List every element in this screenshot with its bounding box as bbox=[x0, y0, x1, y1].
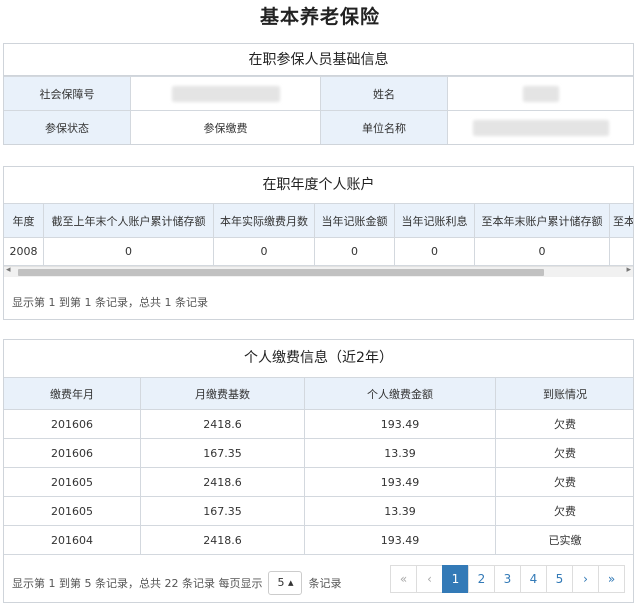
table-cell: 0 bbox=[213, 237, 315, 266]
col-header: 缴费年月 bbox=[4, 377, 141, 410]
table-cell: 201604 bbox=[4, 525, 141, 555]
table-cell: 已实缴 bbox=[495, 525, 633, 555]
first-page-button[interactable]: « bbox=[390, 565, 417, 593]
table-row: 201605 2418.6 193.49 欠费 bbox=[4, 467, 633, 497]
table-cell: 0 bbox=[314, 237, 395, 266]
employer-value bbox=[447, 110, 633, 144]
col-header: 当年记账金额 bbox=[314, 203, 395, 238]
annual-account-title: 在职年度个人账户 bbox=[262, 177, 375, 193]
payment-record-info: 显示第 1 到第 5 条记录，总共 22 条记录 每页显示 5 ▴ 条记录 bbox=[12, 571, 341, 595]
table-cell bbox=[609, 237, 633, 266]
payment-info-panel: 个人缴费信息（近2年） 缴费年月 月缴费基数 个人缴费金额 到账情况 20160… bbox=[3, 339, 634, 603]
page-button-1[interactable]: 1 bbox=[442, 565, 469, 593]
col-header: 当年记账利息 bbox=[394, 203, 475, 238]
payment-info-title: 个人缴费信息（近2年） bbox=[244, 350, 393, 366]
table-cell: 193.49 bbox=[304, 525, 496, 555]
table-cell: 201606 bbox=[4, 438, 141, 468]
ssn-label: 社会保障号 bbox=[4, 76, 131, 111]
basic-info-title: 在职参保人员基础信息 bbox=[4, 44, 633, 76]
table-header-row: 缴费年月 月缴费基数 个人缴费金额 到账情况 bbox=[4, 377, 633, 410]
scroll-right-icon[interactable]: ▸ bbox=[626, 265, 631, 275]
basic-info-table: 社会保障号 姓名 参保状态 参保缴费 单位名称 bbox=[4, 76, 633, 144]
table-cell: 167.35 bbox=[140, 496, 305, 526]
table-cell: 167.35 bbox=[140, 438, 305, 468]
table-cell: 193.49 bbox=[304, 409, 496, 439]
table-row: 201605 167.35 13.39 欠费 bbox=[4, 496, 633, 526]
col-header: 至本 bbox=[609, 203, 633, 238]
payment-table: 缴费年月 月缴费基数 个人缴费金额 到账情况 201606 2418.6 193… bbox=[4, 377, 633, 555]
page-title: 基本养老保险 bbox=[259, 6, 380, 28]
table-cell: 2418.6 bbox=[140, 467, 305, 497]
col-header: 个人缴费金额 bbox=[304, 377, 496, 410]
table-cell: 欠费 bbox=[495, 496, 633, 526]
next-page-button[interactable]: › bbox=[572, 565, 599, 593]
table-row: 参保状态 参保缴费 单位名称 bbox=[4, 110, 633, 144]
col-header: 到账情况 bbox=[495, 377, 633, 410]
table-cell: 欠费 bbox=[495, 467, 633, 497]
page-button-3[interactable]: 3 bbox=[494, 565, 521, 593]
table-cell: 欠费 bbox=[495, 438, 633, 468]
table-row: 201606 167.35 13.39 欠费 bbox=[4, 438, 633, 468]
status-value: 参保缴费 bbox=[130, 110, 321, 144]
table-row: 201606 2418.6 193.49 欠费 bbox=[4, 409, 633, 439]
prev-page-button[interactable]: ‹ bbox=[416, 565, 443, 593]
table-cell: 0 bbox=[43, 237, 214, 266]
table-cell: 201606 bbox=[4, 409, 141, 439]
scrollbar-thumb[interactable] bbox=[18, 269, 544, 276]
col-header: 本年实际缴费月数 bbox=[213, 203, 315, 238]
col-header: 月缴费基数 bbox=[140, 377, 305, 410]
annual-record-info: 显示第 1 到第 1 条记录，总共 1 条记录 bbox=[12, 296, 208, 309]
table-row: 2008 0 0 0 0 0 bbox=[4, 237, 633, 266]
col-header: 至本年末账户累计储存额 bbox=[474, 203, 610, 238]
name-label: 姓名 bbox=[320, 76, 448, 111]
page-button-2[interactable]: 2 bbox=[468, 565, 495, 593]
record-info-prefix: 显示第 1 到第 5 条记录，总共 22 条记录 每页显示 bbox=[12, 577, 263, 590]
page-size-select[interactable]: 5 ▴ bbox=[268, 571, 303, 595]
annual-account-table: 年度 截至上年末个人账户累计储存额 本年实际缴费月数 当年记账金额 当年记账利息… bbox=[4, 203, 633, 266]
table-header-row: 年度 截至上年末个人账户累计储存额 本年实际缴费月数 当年记账金额 当年记账利息… bbox=[4, 203, 633, 238]
page-button-5[interactable]: 5 bbox=[546, 565, 573, 593]
status-label: 参保状态 bbox=[4, 110, 131, 144]
table-cell: 13.39 bbox=[304, 438, 496, 468]
annual-account-panel: 在职年度个人账户 年度 截至上年末个人账户累计储存额 本年实际缴费月数 当年记账… bbox=[3, 166, 634, 320]
table-row: 201604 2418.6 193.49 已实缴 bbox=[4, 525, 633, 555]
redacted-ssn bbox=[171, 85, 280, 102]
table-cell: 2008 bbox=[4, 237, 44, 266]
horizontal-scrollbar[interactable]: ◂ ▸ bbox=[4, 265, 633, 277]
last-page-button[interactable]: » bbox=[598, 565, 625, 593]
scroll-left-icon[interactable]: ◂ bbox=[6, 265, 11, 275]
name-value bbox=[447, 76, 633, 111]
payment-footer: 显示第 1 到第 5 条记录，总共 22 条记录 每页显示 5 ▴ 条记录 « … bbox=[4, 555, 633, 601]
col-header: 截至上年末个人账户累计储存额 bbox=[43, 203, 214, 238]
table-cell: 0 bbox=[474, 237, 610, 266]
col-header: 年度 bbox=[4, 203, 44, 238]
pagination: « ‹ 1 2 3 4 5 › » bbox=[390, 565, 625, 593]
table-cell: 13.39 bbox=[304, 496, 496, 526]
basic-info-panel: 在职参保人员基础信息 社会保障号 姓名 参保状态 参保缴费 单位名称 bbox=[3, 43, 634, 145]
table-cell: 201605 bbox=[4, 467, 141, 497]
page-button-4[interactable]: 4 bbox=[520, 565, 547, 593]
redacted-name bbox=[523, 85, 559, 102]
table-cell: 193.49 bbox=[304, 467, 496, 497]
table-cell: 欠费 bbox=[495, 409, 633, 439]
annual-account-scroll-area[interactable]: 年度 截至上年末个人账户累计储存额 本年实际缴费月数 当年记账金额 当年记账利息… bbox=[4, 203, 633, 266]
table-cell: 2418.6 bbox=[140, 409, 305, 439]
table-cell: 2418.6 bbox=[140, 525, 305, 555]
employer-label: 单位名称 bbox=[320, 110, 448, 144]
table-cell: 201605 bbox=[4, 496, 141, 526]
redacted-employer bbox=[473, 119, 609, 136]
table-cell: 0 bbox=[394, 237, 475, 266]
table-row: 社会保障号 姓名 bbox=[4, 76, 633, 111]
record-info-suffix: 条记录 bbox=[308, 577, 342, 590]
ssn-value bbox=[130, 76, 321, 111]
